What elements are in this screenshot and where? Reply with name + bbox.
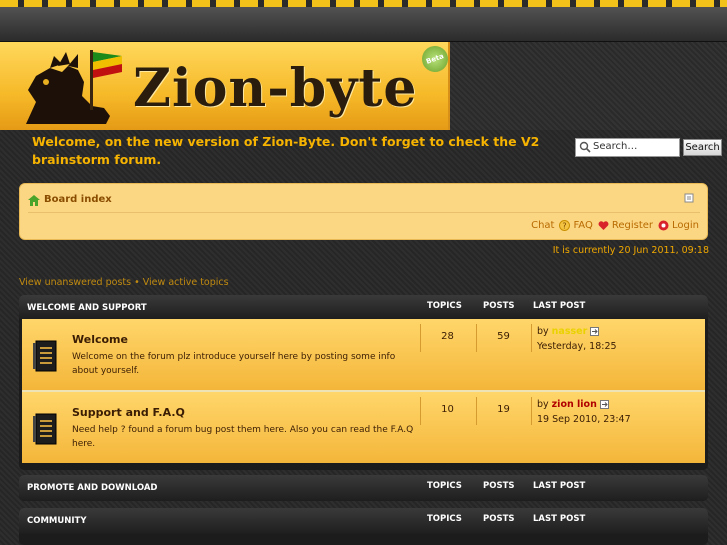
chat-link[interactable]: Chat	[531, 220, 554, 231]
search-button[interactable]: Search	[683, 139, 722, 156]
beta-badge: Beta	[418, 42, 452, 76]
faq-icon: ?	[559, 220, 571, 231]
navbar: Board index Chat ? FAQ Register Login	[19, 183, 708, 240]
col-posts: POSTS	[483, 481, 515, 491]
col-topics: TOPICS	[427, 301, 462, 311]
col-posts: POSTS	[483, 514, 515, 524]
forum-read-icon	[33, 340, 57, 372]
topics-count: 10	[441, 404, 454, 415]
breadcrumb-board-index[interactable]: Board index	[44, 194, 112, 205]
home-icon	[28, 195, 40, 206]
current-time: It is currently 20 Jun 2011, 09:18	[552, 245, 709, 256]
welcome-message: Welcome, on the new version of Zion-Byte…	[32, 134, 540, 167]
login-link[interactable]: Login	[658, 220, 699, 231]
column-separator	[531, 397, 532, 425]
topics-count: 28	[441, 331, 454, 342]
forum-title[interactable]: Welcome	[72, 333, 128, 346]
forum-title[interactable]: Support and F.A.Q	[72, 406, 185, 419]
last-post-user[interactable]: nasser	[552, 326, 588, 337]
forum-description: Need help ? found a forum bug post them …	[72, 425, 414, 449]
last-post-by: by zion lion	[537, 399, 609, 410]
active-topics-link[interactable]: View active topics	[143, 277, 229, 288]
print-icon[interactable]	[684, 193, 694, 203]
forum-description: Welcome on the forum plz introduce yours…	[72, 352, 396, 376]
lion-logo-icon	[26, 50, 122, 124]
last-post-prefix: by	[537, 399, 549, 410]
category-header: WELCOME AND SUPPORT TOPICS POSTS LAST PO…	[19, 295, 708, 319]
last-post-by: by nasser	[537, 326, 600, 337]
register-label: Register	[611, 220, 654, 231]
nav-links: Chat ? FAQ Register Login	[531, 220, 699, 231]
last-post-date: 19 Sep 2010, 23:47	[537, 414, 631, 425]
last-post-user[interactable]: zion lion	[552, 399, 597, 410]
category-title[interactable]: COMMUNITY	[27, 516, 87, 526]
forum-read-icon	[33, 413, 57, 445]
faq-link[interactable]: ? FAQ	[559, 220, 593, 231]
column-separator	[531, 324, 532, 352]
category-header: COMMUNITY TOPICS POSTS LAST POST	[19, 508, 708, 534]
col-posts: POSTS	[483, 301, 515, 311]
category-header: PROMOTE AND DOWNLOAD TOPICS POSTS LAST P…	[19, 475, 708, 501]
category-promote-download: PROMOTE AND DOWNLOAD TOPICS POSTS LAST P…	[19, 475, 708, 501]
top-stripe	[0, 0, 727, 7]
col-topics: TOPICS	[427, 514, 462, 524]
col-last-post: LAST POST	[533, 481, 586, 491]
category-community: COMMUNITY TOPICS POSTS LAST POST	[19, 508, 708, 545]
view-latest-post-icon[interactable]	[590, 327, 600, 336]
view-latest-post-icon[interactable]	[599, 400, 609, 409]
nav-divider	[28, 212, 700, 213]
register-link[interactable]: Register	[598, 220, 653, 231]
link-separator: •	[134, 277, 140, 288]
faq-label: FAQ	[573, 220, 593, 231]
search-links: View unanswered posts • View active topi…	[19, 277, 229, 288]
forum-row-welcome[interactable]: Welcome Welcome on the forum plz introdu…	[22, 319, 705, 390]
site-logo-text: Zion-byte	[133, 58, 418, 119]
svg-text:?: ?	[563, 222, 567, 231]
col-last-post: LAST POST	[533, 514, 586, 524]
col-last-post: LAST POST	[533, 301, 586, 311]
last-post-prefix: by	[537, 326, 549, 337]
banner-right-panel	[450, 42, 727, 130]
top-bar	[0, 0, 727, 42]
category-title[interactable]: PROMOTE AND DOWNLOAD	[27, 483, 157, 493]
heart-icon	[598, 221, 609, 230]
col-topics: TOPICS	[427, 481, 462, 491]
category-welcome-support: WELCOME AND SUPPORT TOPICS POSTS LAST PO…	[19, 295, 708, 470]
login-icon	[658, 220, 669, 231]
last-post-date: Yesterday, 18:25	[537, 341, 617, 352]
search-icon	[579, 141, 591, 153]
category-title[interactable]: WELCOME AND SUPPORT	[27, 303, 147, 313]
unanswered-posts-link[interactable]: View unanswered posts	[19, 277, 131, 288]
site-banner[interactable]: Zion-byte Beta	[0, 42, 452, 130]
login-label: Login	[672, 220, 699, 231]
forum-row-support[interactable]: Support and F.A.Q Need help ? found a fo…	[22, 392, 705, 463]
posts-count: 59	[497, 331, 510, 342]
posts-count: 19	[497, 404, 510, 415]
